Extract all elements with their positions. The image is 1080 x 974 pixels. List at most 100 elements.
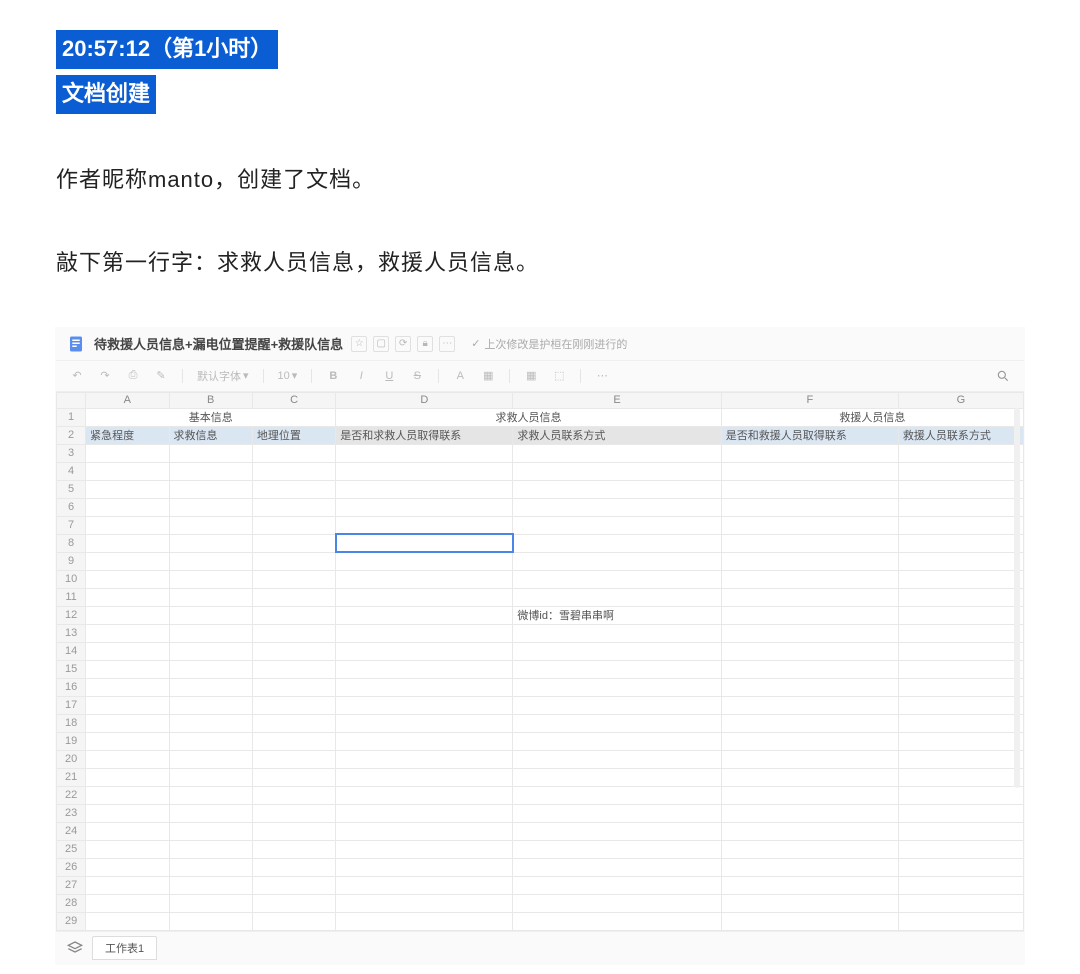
cell-G13[interactable] bbox=[898, 624, 1023, 642]
cell-B24[interactable] bbox=[169, 822, 252, 840]
font-size-select[interactable]: 10▾ bbox=[278, 369, 298, 382]
cell-E9[interactable] bbox=[513, 552, 721, 570]
cell-A11[interactable] bbox=[86, 588, 169, 606]
cell-F28[interactable] bbox=[721, 894, 898, 912]
row-header-7[interactable]: 7 bbox=[57, 516, 86, 534]
row-header-19[interactable]: 19 bbox=[57, 732, 86, 750]
cell-F3[interactable] bbox=[721, 444, 898, 462]
cell-D15[interactable] bbox=[336, 660, 513, 678]
row-header-20[interactable]: 20 bbox=[57, 750, 86, 768]
cell-G7[interactable] bbox=[898, 516, 1023, 534]
more-icon[interactable]: ⋯ bbox=[439, 336, 455, 352]
cell-B20[interactable] bbox=[169, 750, 252, 768]
cell-F5[interactable] bbox=[721, 480, 898, 498]
cell-E5[interactable] bbox=[513, 480, 721, 498]
row-header-28[interactable]: 28 bbox=[57, 894, 86, 912]
cell-G17[interactable] bbox=[898, 696, 1023, 714]
sheets-menu-icon[interactable] bbox=[66, 939, 84, 957]
vertical-scrollbar[interactable] bbox=[1014, 408, 1020, 788]
cell-F2[interactable]: 是否和救援人员取得联系 bbox=[721, 426, 898, 444]
cell-C3[interactable] bbox=[252, 444, 335, 462]
cell-D3[interactable] bbox=[336, 444, 513, 462]
cell-B17[interactable] bbox=[169, 696, 252, 714]
cell-C6[interactable] bbox=[252, 498, 335, 516]
cell-D12[interactable] bbox=[336, 606, 513, 624]
row-header-1[interactable]: 1 bbox=[57, 408, 86, 426]
cell-F9[interactable] bbox=[721, 552, 898, 570]
text-color-button[interactable]: A bbox=[453, 367, 467, 385]
cell-C4[interactable] bbox=[252, 462, 335, 480]
row-header-15[interactable]: 15 bbox=[57, 660, 86, 678]
row-header-13[interactable]: 13 bbox=[57, 624, 86, 642]
cell-G20[interactable] bbox=[898, 750, 1023, 768]
cell-C11[interactable] bbox=[252, 588, 335, 606]
cell-A18[interactable] bbox=[86, 714, 169, 732]
cell-F13[interactable] bbox=[721, 624, 898, 642]
cell-D9[interactable] bbox=[336, 552, 513, 570]
cell-A19[interactable] bbox=[86, 732, 169, 750]
cell-G8[interactable] bbox=[898, 534, 1023, 552]
cell-C19[interactable] bbox=[252, 732, 335, 750]
cell-G3[interactable] bbox=[898, 444, 1023, 462]
cell-E23[interactable] bbox=[513, 804, 721, 822]
cell-B3[interactable] bbox=[169, 444, 252, 462]
bold-button[interactable]: B bbox=[326, 367, 340, 385]
cell-E20[interactable] bbox=[513, 750, 721, 768]
cell-A3[interactable] bbox=[86, 444, 169, 462]
row-header-26[interactable]: 26 bbox=[57, 858, 86, 876]
folder-icon[interactable]: ▢ bbox=[373, 336, 389, 352]
cell-E8[interactable] bbox=[513, 534, 721, 552]
cell-B16[interactable] bbox=[169, 678, 252, 696]
cell-D20[interactable] bbox=[336, 750, 513, 768]
cell-D17[interactable] bbox=[336, 696, 513, 714]
cell-A16[interactable] bbox=[86, 678, 169, 696]
cell-B26[interactable] bbox=[169, 858, 252, 876]
cell-A8[interactable] bbox=[86, 534, 169, 552]
cell-D10[interactable] bbox=[336, 570, 513, 588]
cell-B27[interactable] bbox=[169, 876, 252, 894]
cell-E18[interactable] bbox=[513, 714, 721, 732]
star-icon[interactable]: ☆ bbox=[351, 336, 367, 352]
cell-D24[interactable] bbox=[336, 822, 513, 840]
cell-A25[interactable] bbox=[86, 840, 169, 858]
cell-F18[interactable] bbox=[721, 714, 898, 732]
cell-D26[interactable] bbox=[336, 858, 513, 876]
row-header-3[interactable]: 3 bbox=[57, 444, 86, 462]
font-family-select[interactable]: 默认字体▾ bbox=[197, 368, 249, 384]
row-header-11[interactable]: 11 bbox=[57, 588, 86, 606]
cell-E17[interactable] bbox=[513, 696, 721, 714]
cell-B6[interactable] bbox=[169, 498, 252, 516]
merged-header-basic[interactable]: 基本信息 bbox=[86, 408, 336, 426]
cell-G28[interactable] bbox=[898, 894, 1023, 912]
col-header-B[interactable]: B bbox=[169, 392, 252, 408]
cell-A26[interactable] bbox=[86, 858, 169, 876]
cell-B11[interactable] bbox=[169, 588, 252, 606]
row-header-21[interactable]: 21 bbox=[57, 768, 86, 786]
cell-A6[interactable] bbox=[86, 498, 169, 516]
cell-C24[interactable] bbox=[252, 822, 335, 840]
cell-D7[interactable] bbox=[336, 516, 513, 534]
cell-C13[interactable] bbox=[252, 624, 335, 642]
col-header-D[interactable]: D bbox=[336, 392, 513, 408]
row-header-4[interactable]: 4 bbox=[57, 462, 86, 480]
cell-G16[interactable] bbox=[898, 678, 1023, 696]
cell-F16[interactable] bbox=[721, 678, 898, 696]
cell-G25[interactable] bbox=[898, 840, 1023, 858]
cell-E10[interactable] bbox=[513, 570, 721, 588]
borders-button[interactable]: ▦ bbox=[524, 367, 538, 385]
cell-A28[interactable] bbox=[86, 894, 169, 912]
fill-color-button[interactable]: ▦ bbox=[481, 367, 495, 385]
cell-E11[interactable] bbox=[513, 588, 721, 606]
row-header-23[interactable]: 23 bbox=[57, 804, 86, 822]
cell-F23[interactable] bbox=[721, 804, 898, 822]
cell-F22[interactable] bbox=[721, 786, 898, 804]
cell-G9[interactable] bbox=[898, 552, 1023, 570]
cell-E7[interactable] bbox=[513, 516, 721, 534]
underline-button[interactable]: U bbox=[382, 367, 396, 385]
cell-F15[interactable] bbox=[721, 660, 898, 678]
cell-C29[interactable] bbox=[252, 912, 335, 930]
cell-C25[interactable] bbox=[252, 840, 335, 858]
col-header-A[interactable]: A bbox=[86, 392, 169, 408]
cell-G12[interactable] bbox=[898, 606, 1023, 624]
doc-title[interactable]: 待救援人员信息+漏电位置提醒+救援队信息 bbox=[94, 334, 343, 353]
